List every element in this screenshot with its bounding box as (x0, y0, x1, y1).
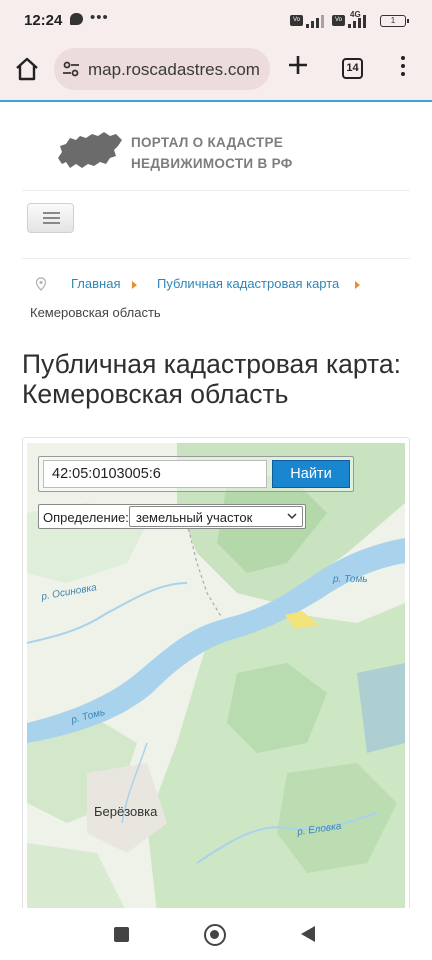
breadcrumb-arrow-icon (132, 281, 137, 289)
logo-line-2: НЕДВИЖИМОСТИ В РФ (131, 156, 293, 171)
find-button[interactable]: Найти (272, 460, 350, 488)
more-notifications-icon: ••• (90, 9, 109, 26)
map-pin-icon (35, 277, 47, 291)
tab-switcher-icon[interactable]: 14 (342, 58, 363, 79)
new-tab-icon[interactable] (286, 53, 310, 77)
cadastral-search-panel: Найти (38, 456, 354, 492)
system-navigation-bar (0, 908, 432, 960)
definition-select[interactable]: земельный участок (129, 506, 303, 527)
definition-label: Определение: (43, 510, 129, 525)
recent-apps-icon[interactable] (114, 927, 129, 942)
russia-map-logo[interactable] (56, 128, 124, 174)
hamburger-icon (43, 212, 60, 214)
browser-toolbar: map.roscadastres.com 14 (0, 40, 432, 102)
home-icon[interactable] (14, 56, 40, 82)
logo-line-1: ПОРТАЛ О КАДАСТРЕ (131, 135, 284, 150)
breadcrumb-arrow-icon (355, 281, 360, 289)
chevron-down-icon (287, 513, 297, 520)
home-nav-icon[interactable] (204, 924, 226, 946)
cadastral-map[interactable]: р. Осиновка р. Томь р. Томь р. Еловка Бе… (27, 443, 405, 913)
battery-icon: 1 (380, 15, 409, 27)
address-bar[interactable]: map.roscadastres.com (54, 48, 270, 90)
breadcrumb-cadastral-map-link[interactable]: Публичная кадастровая карта (157, 276, 339, 291)
back-icon[interactable] (301, 926, 315, 942)
hamburger-menu-button[interactable] (27, 203, 74, 233)
divider (22, 258, 410, 259)
river-label-tom-right: р. Томь (333, 574, 368, 585)
url-text[interactable]: map.roscadastres.com (88, 60, 260, 80)
definition-select-value: земельный участок (136, 510, 253, 525)
status-bar: 12:24 ••• Vo Vo 4G 1 (0, 0, 432, 40)
chat-notification-icon (70, 13, 83, 25)
cadastral-number-input[interactable] (43, 460, 267, 488)
status-time: 12:24 (24, 12, 63, 29)
definition-panel: Определение: земельный участок (38, 504, 306, 529)
divider (22, 190, 410, 191)
town-label-berezovka: Берёзовка (94, 804, 158, 819)
site-logo-text[interactable]: ПОРТАЛ О КАДАСТРЕ НЕДВИЖИМОСТИ В РФ (131, 132, 293, 174)
site-settings-icon[interactable] (62, 60, 80, 78)
overflow-menu-icon[interactable] (398, 56, 408, 80)
breadcrumb-current: Кемеровская область (30, 305, 161, 320)
page-title: Публичная кадастровая карта: Кемеровская… (22, 349, 401, 409)
network-type: 4G (350, 10, 361, 19)
breadcrumb-home-link[interactable]: Главная (71, 276, 120, 291)
